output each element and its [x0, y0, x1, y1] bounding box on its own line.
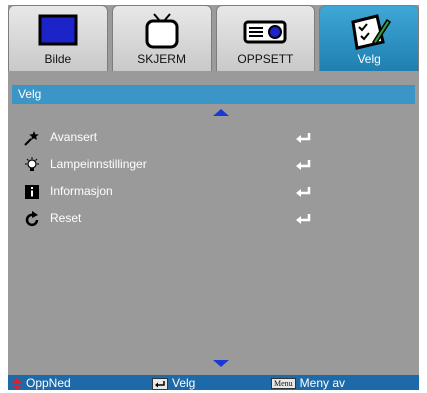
enter-icon [296, 214, 311, 224]
tab-label: SKJERM [137, 52, 186, 66]
info-icon [25, 185, 39, 199]
menu-item-avansert[interactable]: Avansert [18, 127, 418, 154]
menu-item-label: Lampeinnstillinger [50, 157, 147, 171]
tab-velg[interactable]: Velg [319, 5, 419, 71]
select-hint: Velg [152, 376, 195, 390]
monitor-icon [38, 14, 78, 46]
tab-oppsett[interactable]: OPPSETT [215, 5, 316, 71]
menu-off-hint: Menu Meny av [271, 376, 345, 390]
reset-icon [25, 211, 39, 227]
tab-label: Bilde [44, 52, 72, 66]
footer-hint-bar: OppNed Velg Menu Meny av [8, 375, 419, 390]
tab-skjerm[interactable]: SKJERM [111, 5, 212, 71]
menu-panel: Velg Avansert Lampeinnstillinger Informa… [8, 71, 419, 375]
tv-icon [145, 13, 179, 49]
enter-key-icon [152, 377, 168, 390]
menu-title-bar: Velg [12, 85, 415, 104]
enter-icon [296, 160, 311, 170]
menu-off-label: Meny av [299, 376, 346, 390]
nav-hint-label: OppNed [26, 376, 71, 390]
tab-bar: Bilde SKJERM OPPSETT Velg [8, 5, 419, 71]
menu-item-lampeinnstillinger[interactable]: Lampeinnstillinger [18, 154, 418, 181]
lamp-icon [25, 157, 39, 171]
tab-label: Velg [357, 52, 381, 66]
select-hint-label: Velg [172, 376, 196, 390]
projector-icon [243, 20, 287, 44]
menu-item-label: Informasjon [50, 184, 113, 198]
checklist-pen-icon [351, 14, 392, 50]
menu-item-reset[interactable]: Reset [18, 208, 418, 235]
enter-icon [296, 187, 311, 197]
menu-list: Avansert Lampeinnstillinger Informasjon … [18, 127, 418, 235]
star-pin-icon [24, 131, 39, 146]
scroll-up-icon[interactable] [213, 109, 229, 116]
tab-label: OPPSETT [237, 52, 294, 66]
scroll-down-icon[interactable] [213, 360, 229, 367]
osd-window: Bilde SKJERM OPPSETT Velg Velg Avansert … [8, 5, 419, 390]
menu-item-label: Reset [50, 211, 82, 225]
menu-item-informasjon[interactable]: Informasjon [18, 181, 418, 208]
up-down-arrows-icon [12, 377, 22, 390]
enter-icon [296, 133, 311, 143]
menu-title: Velg [18, 87, 42, 101]
tab-bilde[interactable]: Bilde [8, 5, 108, 71]
menu-key-icon: Menu [271, 378, 296, 390]
menu-item-label: Avansert [50, 130, 98, 144]
nav-hint: OppNed [12, 376, 71, 390]
